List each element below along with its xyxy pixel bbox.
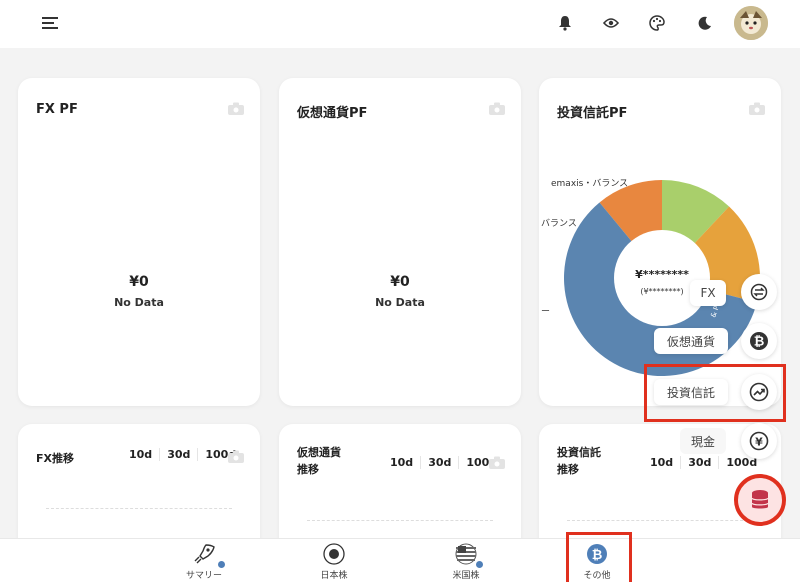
range-30d[interactable]: 30d — [420, 456, 458, 469]
fx-pf-card: FX PF ¥0 No Data — [18, 78, 260, 406]
range-selector: 10d 30d 100d — [643, 456, 764, 469]
bell-icon[interactable] — [556, 14, 574, 32]
pie-label: バランス — [541, 219, 577, 229]
highlight-box — [566, 532, 632, 582]
camera-icon[interactable] — [228, 448, 244, 467]
no-data-text: No Data — [375, 296, 425, 309]
grid-line — [567, 520, 753, 521]
card-title: FX推移 — [36, 452, 74, 465]
range-selector: 10d 30d 100d — [383, 456, 504, 469]
fab-label-cash[interactable]: 現金 — [680, 428, 726, 454]
bottom-nav: サマリー 日本株 米国株 ₿ その他 — [0, 538, 800, 582]
range-10d[interactable]: 10d — [122, 448, 159, 461]
palette-icon[interactable] — [648, 14, 666, 32]
no-data-text: No Data — [114, 296, 164, 309]
fab-main-button[interactable] — [734, 474, 786, 526]
card-title: 投資信託 推移 — [557, 444, 601, 478]
rocket-icon — [194, 544, 215, 564]
eye-icon[interactable] — [602, 14, 620, 32]
fx-trend-card: FX推移 10d 30d 100d — [18, 424, 260, 554]
range-10d[interactable]: 10d — [643, 456, 680, 469]
moon-icon[interactable] — [696, 14, 714, 32]
range-10d[interactable]: 10d — [383, 456, 420, 469]
exchange-icon[interactable] — [741, 274, 777, 310]
database-icon — [751, 490, 769, 509]
range-30d[interactable]: 30d — [680, 456, 718, 469]
yen-icon[interactable]: ¥ — [741, 423, 777, 459]
camera-icon[interactable] — [489, 454, 505, 473]
fab-label-crypto[interactable]: 仮想通貨 — [654, 328, 728, 354]
portfolio-value: ¥0 — [129, 274, 149, 290]
grid-line — [46, 508, 232, 509]
notification-dot — [476, 561, 483, 568]
fund-pf-card: 投資信託PF & P 5 0 0 emaxis・バランス バランス ー ¥***… — [539, 78, 781, 406]
range-selector: 10d 30d 100d — [122, 448, 243, 461]
avatar[interactable] — [734, 6, 768, 40]
card-title: FX PF — [36, 102, 78, 117]
card-title-line2: 推移 — [297, 463, 319, 476]
svg-text:¥: ¥ — [755, 436, 763, 449]
japan-flag-icon — [323, 543, 345, 565]
card-title-line1: 仮想通貨 — [297, 446, 341, 459]
svg-text:₿: ₿ — [754, 335, 765, 350]
grid-line — [307, 520, 493, 521]
us-flag-icon — [455, 543, 477, 565]
tab-label: サマリー — [185, 571, 222, 581]
tab-japan-stocks[interactable]: 日本株 — [306, 539, 362, 582]
tab-label: 日本株 — [320, 571, 348, 581]
portfolio-value: ¥0 — [390, 274, 410, 290]
crypto-trend-card: 仮想通貨 推移 10d 30d 100d — [279, 424, 521, 554]
tab-us-stocks[interactable]: 米国株 — [438, 539, 494, 582]
pie-chart: & P 5 0 0 — [563, 180, 760, 376]
fab-label-fx[interactable]: FX — [690, 280, 726, 306]
top-bar — [0, 0, 800, 48]
tab-label: 米国株 — [452, 571, 480, 581]
card-title-line1: 投資信託 — [557, 446, 601, 459]
card-title: 仮想通貨 推移 — [297, 444, 341, 478]
pie-label: emaxis・バランス — [551, 179, 629, 189]
camera-icon[interactable] — [489, 100, 505, 119]
tab-summary[interactable]: サマリー — [176, 539, 232, 582]
card-title-line2: 推移 — [557, 463, 579, 476]
bitcoin-icon[interactable]: ₿ — [741, 323, 777, 359]
camera-icon[interactable] — [228, 100, 244, 119]
pie-label: ー — [541, 307, 551, 317]
notification-dot — [218, 561, 225, 568]
menu-icon[interactable] — [40, 14, 60, 32]
range-30d[interactable]: 30d — [159, 448, 197, 461]
card-title: 仮想通貨PF — [297, 106, 368, 121]
fab-label-fund[interactable]: 投資信託 — [654, 379, 728, 405]
trend-up-icon[interactable] — [741, 374, 777, 410]
crypto-pf-card: 仮想通貨PF ¥0 No Data — [279, 78, 521, 406]
